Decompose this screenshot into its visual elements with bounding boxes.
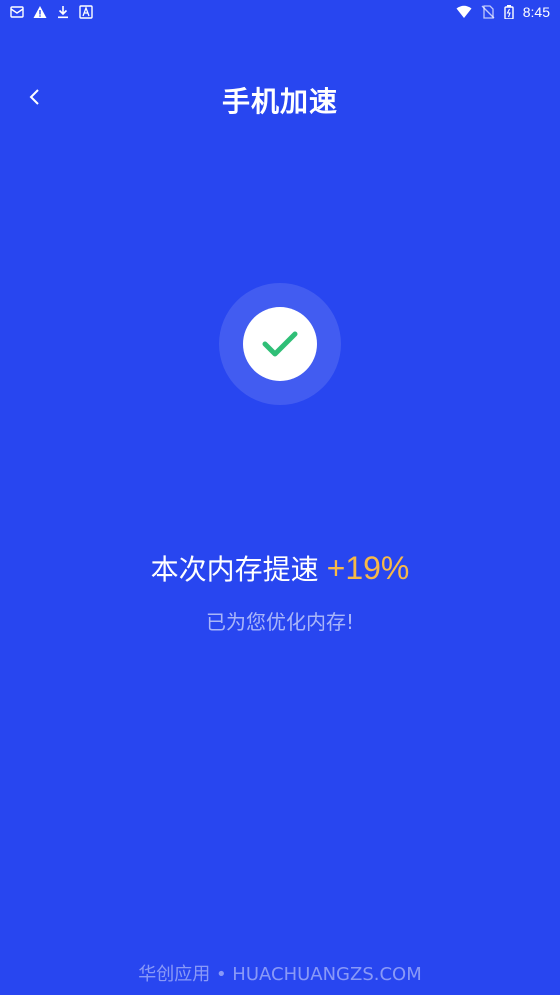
checkmark-icon — [262, 331, 298, 357]
a-icon — [79, 5, 93, 19]
mail-icon — [10, 6, 24, 18]
download-icon — [58, 6, 68, 19]
page-title: 手机加速 — [221, 85, 338, 118]
optimize-subtitle: 已为您优化内存! — [205, 610, 355, 634]
status-bar-right: 8:45 — [456, 4, 550, 20]
speedup-label: 本次内存提速 — [150, 553, 319, 586]
status-bar: 8:45 — [0, 0, 560, 24]
speedup-result: 本次内存提速 +19% — [0, 548, 560, 590]
speedup-percent: +19% — [326, 550, 410, 586]
success-badge — [219, 283, 341, 405]
status-bar-left — [10, 5, 93, 19]
warning-icon — [33, 6, 47, 18]
battery-icon — [504, 5, 514, 19]
footer-watermark: 华创应用 • HUACHUANGZS.COM — [138, 964, 422, 985]
success-circle — [243, 307, 317, 381]
status-time: 8:45 — [522, 4, 550, 20]
no-sim-icon — [481, 5, 495, 19]
wifi-icon — [456, 5, 472, 18]
app-header: 手机加速 — [0, 70, 560, 122]
